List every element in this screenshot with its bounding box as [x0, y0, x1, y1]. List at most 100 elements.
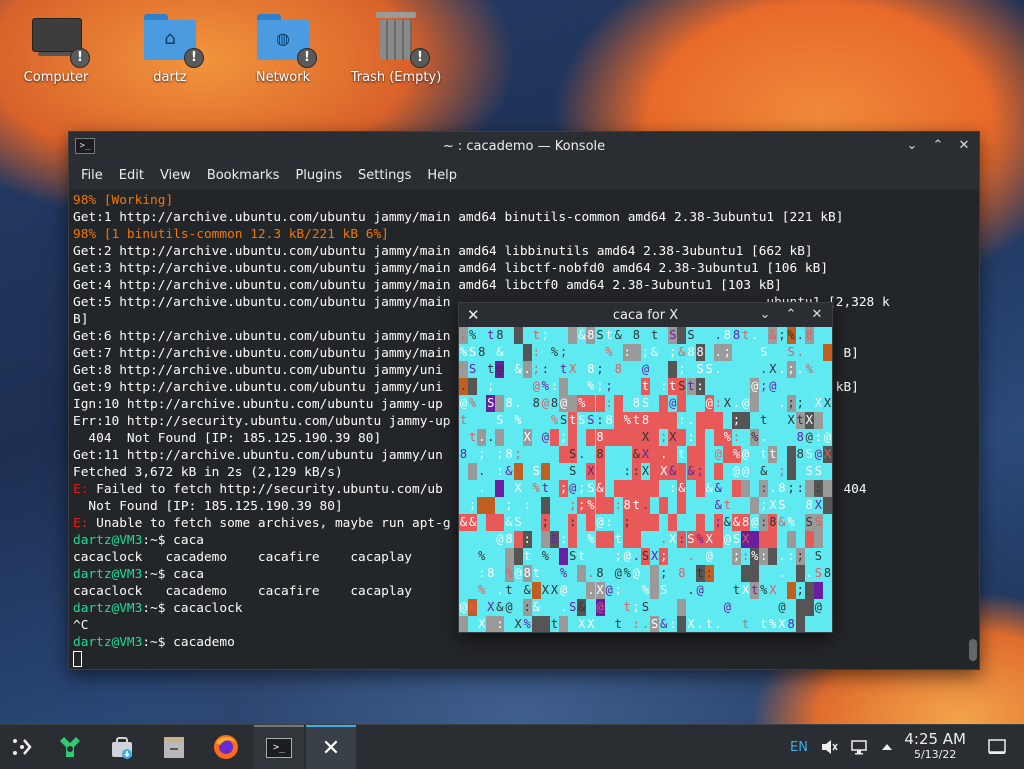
ascii-cell: ;	[677, 361, 687, 378]
menu-settings[interactable]: Settings	[350, 168, 419, 183]
ascii-cell	[568, 327, 578, 344]
close-button[interactable]: ✕	[810, 308, 824, 322]
ascii-cell: .	[659, 531, 669, 548]
ascii-cell: ;	[540, 327, 550, 344]
ascii-cell: t	[768, 446, 778, 463]
ascii-cell	[604, 480, 614, 497]
network-icon[interactable]	[850, 725, 868, 769]
caca-window[interactable]: ✕ caca for X ⌄ ⌃ ✕ ;% t 8 t; & 8 St & 8 t S S. 8 8 t. &…	[458, 302, 833, 633]
terminal-scrollbar[interactable]	[967, 190, 977, 669]
scrollbar-thumb[interactable]	[969, 639, 977, 661]
ascii-cell	[577, 531, 587, 548]
ascii-cell	[577, 378, 587, 395]
caca-task[interactable]: ✕	[306, 725, 356, 769]
minimize-button[interactable]: ⌄	[905, 139, 919, 153]
konsole-titlebar[interactable]: >_ ~ : cacademo — Konsole ⌄ ⌃ ✕	[69, 132, 979, 160]
ascii-cell	[722, 548, 732, 565]
ascii-cell	[677, 327, 687, 344]
menu-plugins[interactable]: Plugins	[287, 168, 350, 183]
terminal-text: dartz@VM3	[73, 635, 143, 650]
ascii-cell	[550, 429, 559, 446]
app-launcher-icon[interactable]	[0, 725, 44, 769]
ascii-cell: X	[768, 361, 778, 378]
ascii-cell: ;	[477, 446, 487, 463]
ascii-cell: S	[468, 361, 478, 378]
ascii-cell: X	[777, 616, 787, 632]
ascii-cell: &	[504, 514, 514, 531]
ascii-cell	[713, 412, 723, 429]
ascii-cell: X	[540, 582, 550, 599]
desktop-icon-computer[interactable]: ! Computer	[6, 8, 106, 85]
ascii-cell: .	[495, 582, 505, 599]
ascii-cell	[823, 412, 832, 429]
ascii-cell: ;	[577, 497, 587, 514]
clock[interactable]: 4:25 AM 5/13/22	[904, 730, 966, 762]
ascii-cell	[722, 565, 732, 582]
ascii-cell: ;	[595, 378, 605, 395]
desktop-icon-home[interactable]: ⌂ ! dartz	[120, 8, 220, 85]
volume-muted-icon[interactable]	[820, 725, 838, 769]
ascii-cell: 8	[741, 514, 751, 531]
ascii-cell: t	[568, 412, 578, 429]
ascii-cell: &	[713, 480, 723, 497]
discover-icon[interactable]	[48, 725, 92, 769]
firefox-icon[interactable]	[204, 725, 248, 769]
menu-file[interactable]: File	[73, 168, 111, 183]
ascii-cell: X	[722, 395, 732, 412]
ascii-cell: X	[686, 616, 696, 632]
ascii-cell: %	[622, 565, 632, 582]
ascii-cell	[477, 531, 487, 548]
ascii-cell: 8	[495, 327, 505, 344]
ascii-cell: &	[768, 327, 778, 344]
ascii-cell: S	[668, 327, 678, 344]
menu-edit[interactable]: Edit	[111, 168, 152, 183]
ascii-cell	[613, 463, 623, 480]
ascii-cell: 8	[777, 480, 787, 497]
ascii-cell	[504, 361, 514, 378]
ascii-cell: S	[568, 446, 578, 463]
close-button[interactable]: ✕	[957, 139, 971, 153]
caca-ascii-canvas[interactable]: ;% t 8 t; & 8 St & 8 t S S. 8 8 t. &;%. 8% S 8 &:%;%:; &; & 8 8…	[459, 327, 832, 632]
tray-expand-icon[interactable]	[880, 725, 894, 769]
minimize-button[interactable]: ⌄	[758, 308, 772, 322]
menu-bookmarks[interactable]: Bookmarks	[199, 168, 288, 183]
ascii-cell: %	[522, 616, 532, 632]
store-icon[interactable]	[100, 725, 144, 769]
ascii-cell: :	[522, 497, 532, 514]
ascii-cell	[486, 412, 496, 429]
caca-app-icon: ✕	[467, 306, 480, 324]
ascii-cell: ;	[641, 344, 650, 361]
ascii-cell: ;	[613, 548, 623, 565]
terminal-icon: >_	[266, 738, 292, 758]
desktop-icon-trash[interactable]: ! Trash (Empty)	[346, 8, 446, 85]
ascii-cell	[459, 480, 468, 497]
ascii-cell: :	[668, 480, 678, 497]
ascii-cell	[741, 480, 751, 497]
desktop-icon-network[interactable]: ◍ ! Network	[233, 8, 333, 85]
ascii-cell	[622, 531, 632, 548]
ascii-cell: @	[641, 361, 650, 378]
ascii-cell: @	[459, 599, 468, 616]
ascii-cell: X	[522, 429, 532, 446]
ascii-cell: %	[641, 582, 650, 599]
file-manager-icon[interactable]	[152, 725, 196, 769]
maximize-button[interactable]: ⌃	[931, 139, 945, 153]
ascii-cell: @	[495, 531, 505, 548]
ascii-cell: .	[777, 565, 787, 582]
konsole-task[interactable]: >_	[254, 725, 304, 769]
ascii-cell	[622, 446, 632, 463]
ascii-cell: %	[759, 582, 769, 599]
menu-help[interactable]: Help	[419, 168, 465, 183]
keyboard-layout-indicator[interactable]: EN	[790, 725, 808, 769]
ascii-cell	[713, 429, 723, 446]
ascii-cell: ;	[622, 514, 632, 531]
ascii-cell: ;	[595, 361, 605, 378]
caca-titlebar[interactable]: ✕ caca for X ⌄ ⌃ ✕	[459, 303, 832, 327]
show-desktop-icon[interactable]	[988, 725, 1006, 769]
ascii-cell: S	[495, 412, 505, 429]
ascii-cell	[486, 548, 496, 565]
menu-view[interactable]: View	[152, 168, 199, 183]
maximize-button[interactable]: ⌃	[784, 308, 798, 322]
ascii-cell	[677, 429, 687, 446]
ascii-cell	[722, 361, 732, 378]
